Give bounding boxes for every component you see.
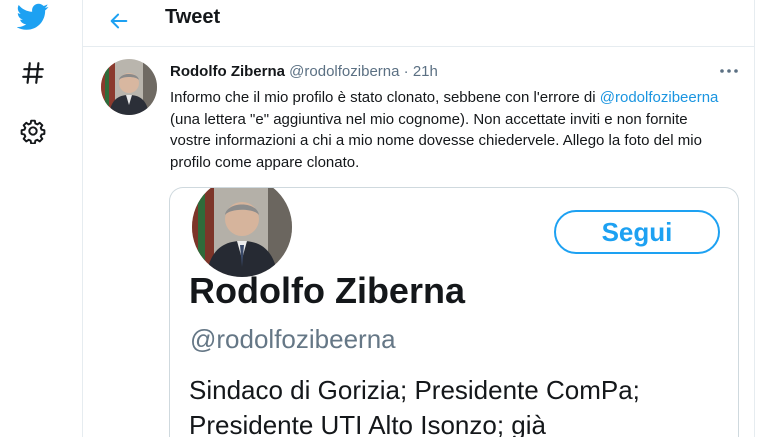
explore-button[interactable] bbox=[12, 52, 54, 94]
separator: · bbox=[399, 63, 413, 80]
mention-link[interactable]: @rodolfozibeerna bbox=[600, 89, 719, 106]
follow-button: Segui bbox=[554, 210, 720, 254]
card-avatar bbox=[189, 188, 295, 280]
left-nav bbox=[0, 0, 68, 437]
card-bio-line: Sindaco di Gorizia; Presidente ComPa; bbox=[189, 375, 640, 405]
main-column: Tweet Rodolfo Ziberna @rodolfoziberna · … bbox=[82, 0, 755, 437]
card-profile-bio: Sindaco di Gorizia; Presidente ComPa; Pr… bbox=[189, 373, 729, 437]
twitter-logo-icon bbox=[17, 3, 49, 30]
timestamp[interactable]: 21h bbox=[413, 63, 438, 80]
back-button[interactable] bbox=[101, 3, 137, 39]
tweet-text-part1: Informo che il mio profilo è stato clona… bbox=[170, 89, 600, 106]
tweet: Rodolfo Ziberna @rodolfoziberna · 21h In… bbox=[83, 47, 755, 437]
arrow-left-icon bbox=[110, 13, 128, 29]
page-header: Tweet bbox=[83, 0, 755, 47]
handle[interactable]: @rodolfoziberna bbox=[289, 63, 399, 80]
page-title: Tweet bbox=[165, 6, 221, 28]
settings-button[interactable] bbox=[12, 110, 54, 152]
twitter-logo-button[interactable] bbox=[12, 0, 54, 38]
attached-image[interactable]: Segui Rodolfo Ziberna @rodolfozibeerna S… bbox=[169, 187, 739, 437]
tweet-text-part2: (una lettera "e" aggiuntiva nel mio cogn… bbox=[170, 110, 702, 171]
card-bio-line: Presidente UTI Alto Isonzo; già bbox=[189, 410, 546, 437]
display-name[interactable]: Rodolfo Ziberna bbox=[170, 63, 285, 80]
card-profile-handle: @rodolfozibeerna bbox=[190, 324, 396, 354]
tweet-text: Informo che il mio profilo è stato clona… bbox=[170, 87, 730, 173]
more-icon bbox=[720, 69, 738, 73]
gear-icon bbox=[20, 119, 46, 144]
avatar[interactable] bbox=[101, 59, 157, 115]
more-button[interactable] bbox=[715, 59, 743, 83]
hashtag-icon bbox=[22, 62, 44, 84]
tweet-header: Rodolfo Ziberna @rodolfoziberna · 21h bbox=[170, 63, 438, 80]
card-profile-name: Rodolfo Ziberna bbox=[189, 270, 465, 311]
